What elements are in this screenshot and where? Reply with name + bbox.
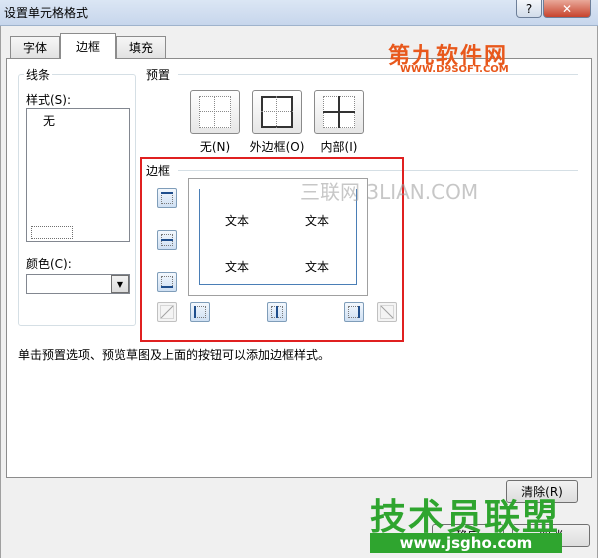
- preset-none-label: 无(N): [199, 140, 231, 154]
- preset-inside-label: 内部(I): [320, 140, 358, 154]
- line-style-none[interactable]: 无: [43, 112, 55, 129]
- preset-none-button[interactable]: [190, 90, 240, 134]
- help-button[interactable]: ?: [516, 0, 542, 18]
- title-bar: [0, 0, 598, 26]
- watermark-3lian: 三联网 3LIAN.COM: [300, 180, 479, 204]
- watermark-jsgho-url: www.jsgho.com: [370, 533, 562, 553]
- preset-outline-icon: [261, 96, 293, 128]
- line-style-selected-swatch[interactable]: [31, 226, 73, 239]
- watermark-d9soft-url: WWW.D9SOFT.COM: [400, 64, 509, 75]
- hint-text: 单击预置选项、预览草图及上面的按钮可以添加边框样式。: [18, 348, 331, 362]
- color-label: 颜色(C):: [26, 257, 72, 271]
- chevron-down-icon[interactable]: ▼: [111, 275, 129, 293]
- close-button[interactable]: ✕: [543, 0, 591, 18]
- preset-inside-icon: [323, 96, 355, 128]
- style-label: 样式(S):: [26, 93, 72, 107]
- preset-inside-button[interactable]: [314, 90, 364, 134]
- window-title: 设置单元格格式: [4, 6, 89, 20]
- line-group-label: 线条: [24, 66, 53, 83]
- preset-outline-button[interactable]: [252, 90, 302, 134]
- presets-group-label: 预置: [146, 68, 171, 82]
- tab-font[interactable]: 字体: [10, 36, 60, 58]
- tab-border[interactable]: 边框: [60, 33, 116, 59]
- presets-divider: [178, 74, 578, 75]
- preset-outline-label: 外边框(O): [249, 140, 305, 154]
- tab-fill[interactable]: 填充: [116, 36, 166, 58]
- preset-none-icon: [199, 96, 231, 128]
- line-style-list[interactable]: 无: [26, 108, 130, 242]
